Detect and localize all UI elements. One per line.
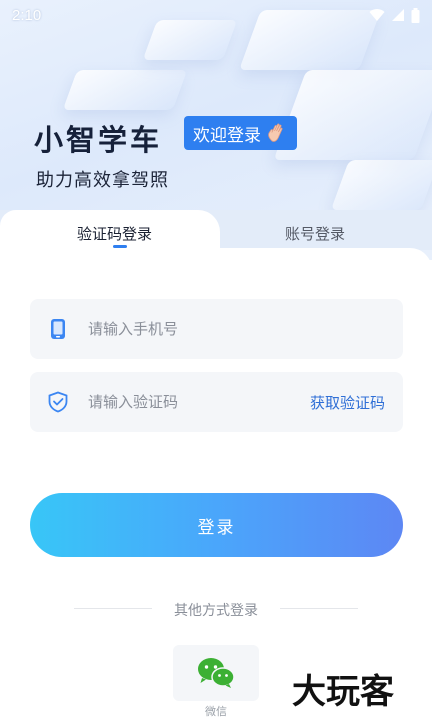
decor-tile <box>330 160 432 210</box>
active-tab-indicator <box>113 245 127 248</box>
divider-right <box>280 608 358 609</box>
get-code-button[interactable]: 获取验证码 <box>310 392 385 413</box>
phone-input[interactable] <box>88 320 288 338</box>
status-icons <box>369 7 420 23</box>
tab-sms-login-label[interactable]: 验证码登录 <box>77 223 152 244</box>
decor-tile <box>62 70 188 110</box>
status-time: 2:10 <box>12 6 42 24</box>
waving-hand-icon <box>268 123 283 142</box>
signal-icon <box>392 9 404 21</box>
phone-field[interactable] <box>30 299 403 359</box>
welcome-badge: 欢迎登录 <box>184 116 297 150</box>
login-button[interactable]: 登录 <box>30 493 403 557</box>
slogan: 助力高效拿驾照 <box>36 170 169 191</box>
wifi-icon <box>369 9 385 21</box>
code-input[interactable] <box>88 393 288 411</box>
welcome-label: 欢迎登录 <box>193 125 261 146</box>
code-field[interactable]: 获取验证码 <box>30 372 403 432</box>
wechat-label: 微信 <box>205 705 227 718</box>
brand-title: 小智学车 <box>34 123 163 157</box>
phone-icon <box>46 317 70 341</box>
other-login-label: 其他方式登录 <box>174 603 258 619</box>
decor-tile <box>273 70 432 160</box>
shield-check-icon <box>46 390 70 414</box>
status-bar: 2:10 <box>0 0 432 30</box>
wechat-login-button[interactable] <box>173 645 259 701</box>
wechat-icon <box>198 658 235 688</box>
watermark-logo: 大玩客 <box>292 672 394 712</box>
battery-icon <box>411 7 420 23</box>
tab-account-login[interactable]: 账号登录 <box>285 223 345 244</box>
